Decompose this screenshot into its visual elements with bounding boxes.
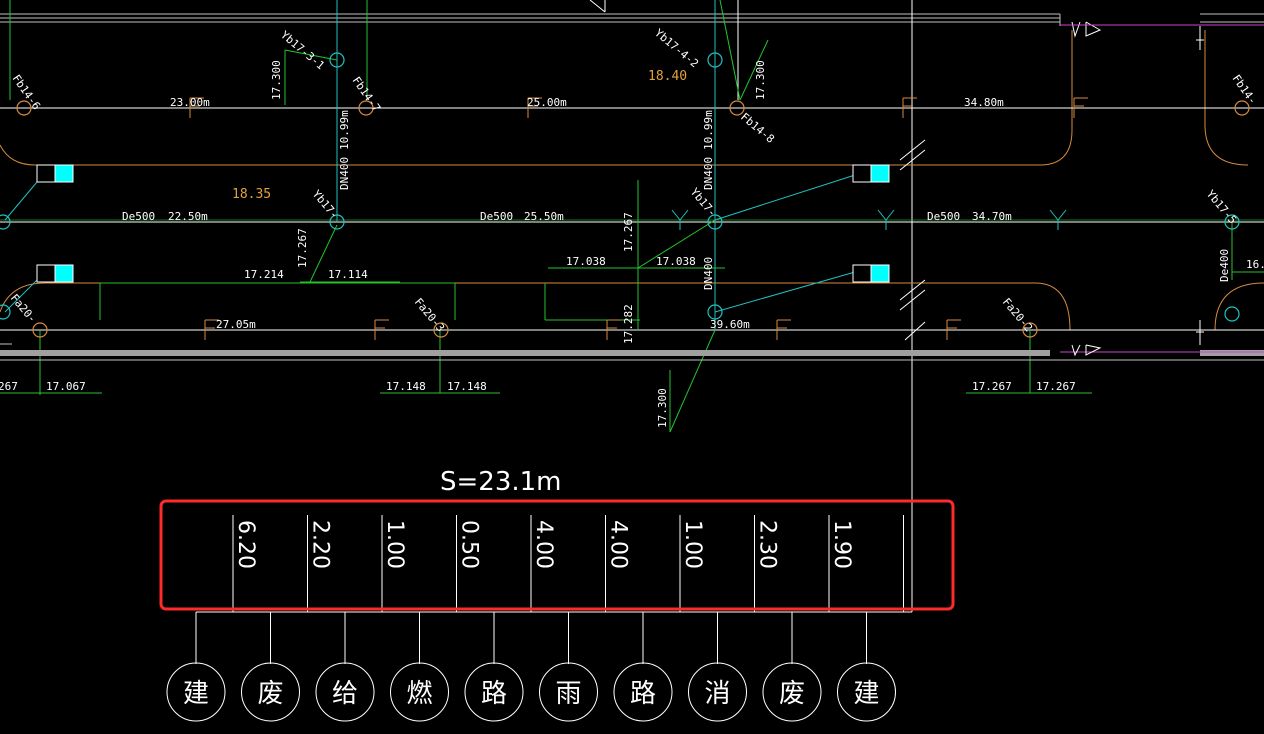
spacing-value: 1.90 bbox=[829, 520, 854, 569]
utility-label: 路 bbox=[630, 679, 656, 709]
elevation-label: 18.40 bbox=[648, 69, 687, 84]
spacing-value: 4.00 bbox=[606, 520, 631, 569]
pipe-size: De400 bbox=[1218, 249, 1231, 282]
manhole-label: Fb14-6 bbox=[10, 72, 43, 112]
pipe-spec: 22.50m bbox=[168, 210, 208, 223]
pipe-size: DN400 bbox=[338, 157, 351, 190]
elevation-vertical: 17.300 bbox=[656, 388, 669, 428]
utility-label: 废 bbox=[779, 679, 805, 709]
spacing-value: 0.50 bbox=[457, 520, 482, 569]
spacing-value: 6.20 bbox=[233, 520, 258, 569]
utility-label: 废 bbox=[257, 679, 283, 709]
utility-label: 建 bbox=[183, 679, 209, 709]
pipe-spec: 25.50m bbox=[524, 210, 564, 223]
elevation-label: 18.35 bbox=[232, 187, 271, 202]
section-title: S=23.1m bbox=[440, 467, 562, 497]
pipe-spec: De500 bbox=[122, 210, 155, 223]
utility-label: 燃 bbox=[406, 679, 432, 709]
elevation-label: 267 bbox=[0, 380, 18, 393]
pipe-spec: 34.70m bbox=[972, 210, 1012, 223]
elevation-vertical: 17.267 bbox=[296, 228, 309, 268]
pipe-spec: De500 bbox=[480, 210, 513, 223]
manhole-label: Yb17-5 bbox=[1204, 188, 1240, 227]
pipe-size: DN400 bbox=[702, 257, 715, 290]
elevation-vertical: 17.300 bbox=[270, 60, 283, 100]
elevation-label: 17.267 bbox=[1036, 380, 1076, 393]
utility-label: 雨 bbox=[555, 679, 581, 709]
rain-inlets bbox=[36, 164, 890, 283]
utility-label: 消 bbox=[704, 679, 730, 709]
elevation-vertical: 17.267 bbox=[622, 212, 635, 252]
manhole-label: Yb17-4-2 bbox=[652, 26, 701, 70]
elevation-label: 17.038 bbox=[656, 255, 696, 268]
utility-label: 路 bbox=[481, 679, 507, 709]
spacing-values: 6.20 2.20 1.00 0.50 4.00 4.00 1.00 2.30 1.90 bbox=[233, 520, 854, 569]
spacing-value: 1.00 bbox=[382, 520, 407, 569]
pipe-length: 27.05m bbox=[216, 318, 256, 331]
cad-drawing-canvas: 18.40 18.35 Fb14-6 Yb17-3-1 Fb14-7 Yb17-… bbox=[0, 0, 1264, 722]
elevation-label: 17.038 bbox=[566, 255, 606, 268]
drawing-labels: 18.40 18.35 Fb14-6 Yb17-3-1 Fb14-7 Yb17-… bbox=[0, 26, 1264, 428]
elevation-label: 17.067 bbox=[46, 380, 86, 393]
elevation-vertical: 17.300 bbox=[754, 60, 767, 100]
utility-circles: 建废给燃路雨路消废建 bbox=[166, 662, 896, 722]
spacing-value: 4.00 bbox=[531, 520, 556, 569]
pipe-size: DN400 bbox=[702, 157, 715, 190]
elevation-label: 17.148 bbox=[386, 380, 426, 393]
elevation-label: 17.148 bbox=[447, 380, 487, 393]
pipe-length: 34.80m bbox=[964, 96, 1004, 109]
spacing-value: 2.30 bbox=[755, 520, 780, 569]
manhole-label: Fa20- bbox=[8, 292, 39, 326]
spacing-value: 1.00 bbox=[680, 520, 705, 569]
vertical-length: 10.99m bbox=[702, 110, 715, 150]
pipe-length: 39.60m bbox=[710, 318, 750, 331]
vertical-length: 10.99m bbox=[338, 110, 351, 150]
spacing-value: 2.20 bbox=[308, 520, 333, 569]
manhole-label: Fa20-3 bbox=[412, 296, 448, 335]
manhole-label: Yb17- bbox=[310, 188, 341, 222]
elevation-label: 16.9 bbox=[1246, 258, 1264, 271]
road-edges bbox=[0, 30, 1264, 331]
elevation-label: 17.214 bbox=[244, 268, 284, 281]
elevation-label: 17.114 bbox=[328, 268, 368, 281]
pipe-length: 25.00m bbox=[527, 96, 567, 109]
elevation-vertical: 17.282 bbox=[622, 304, 635, 344]
utility-label: 建 bbox=[853, 679, 879, 709]
pipe-length: 23.00m bbox=[170, 96, 210, 109]
pipe-spec: De500 bbox=[927, 210, 960, 223]
manhole-label: Fa20-2 bbox=[1000, 296, 1036, 335]
manhole-label: Fb14-8 bbox=[738, 110, 777, 146]
utility-label: 给 bbox=[332, 679, 358, 709]
elevation-label: 17.267 bbox=[972, 380, 1012, 393]
